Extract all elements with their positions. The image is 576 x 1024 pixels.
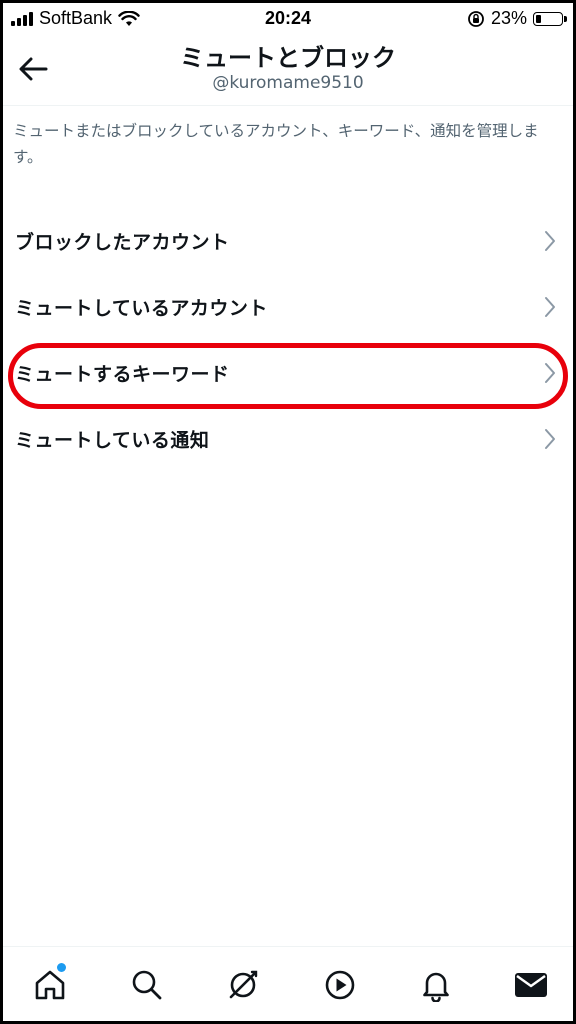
home-icon (35, 970, 65, 1000)
page-title: ミュートとブロック (180, 44, 396, 72)
nav-video[interactable] (320, 965, 360, 1005)
app-frame: SoftBank 20:24 23% ミュートとブロック @kuromame95… (0, 0, 576, 1024)
nav-search[interactable] (127, 965, 167, 1005)
username: @kuromame9510 (212, 73, 364, 93)
spaces-icon (229, 970, 258, 999)
battery-percent: 23% (490, 8, 527, 28)
search-icon (132, 970, 162, 1000)
chevron-right-icon (545, 429, 555, 449)
battery-icon (533, 11, 567, 26)
status-right: 23% (467, 8, 567, 29)
nav-messages[interactable] (511, 965, 551, 1005)
status-bar: SoftBank 20:24 23% (3, 3, 573, 35)
nav-home[interactable] (30, 963, 70, 1005)
notification-dot (57, 963, 66, 972)
menu-item-label: ミュートしている通知 (15, 429, 210, 452)
chevron-right-icon (545, 297, 555, 317)
messages-icon (515, 973, 547, 997)
nav-notifications[interactable] (416, 965, 456, 1005)
menu-item-muted-keywords[interactable]: ミュートするキーワード (3, 341, 573, 405)
menu-item-label: ブロックしたアカウント (15, 231, 230, 254)
menu-item-blocked-accounts[interactable]: ブロックしたアカウント (3, 209, 573, 273)
header: ミュートとブロック @kuromame9510 (3, 35, 573, 105)
menu-item-label: ミュートするキーワード (15, 363, 230, 386)
menu-item-label: ミュートしているアカウント (15, 297, 268, 320)
nav-spaces[interactable] (223, 965, 263, 1005)
menu-item-muted-accounts[interactable]: ミュートしているアカウント (3, 275, 573, 339)
description-text: ミュートまたはブロックしているアカウント、キーワード、通知を管理します。 (13, 122, 539, 166)
menu-item-muted-notifications[interactable]: ミュートしている通知 (3, 407, 573, 471)
divider (3, 105, 573, 106)
bottom-nav (3, 946, 573, 1021)
orientation-lock-icon (468, 10, 484, 27)
chevron-right-icon (545, 231, 555, 251)
chevron-right-icon (545, 363, 555, 383)
notifications-icon (423, 972, 449, 1002)
video-icon (325, 970, 355, 1000)
